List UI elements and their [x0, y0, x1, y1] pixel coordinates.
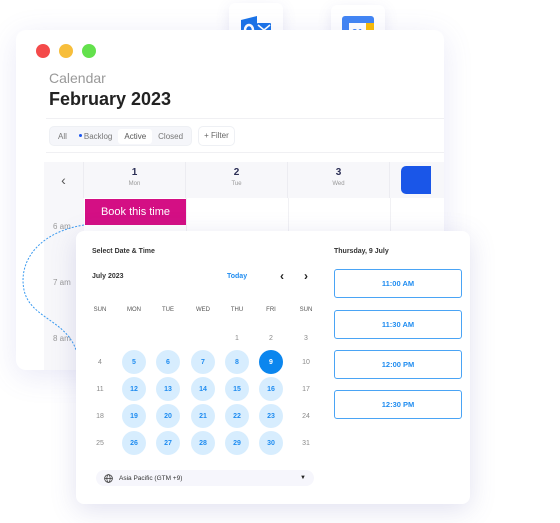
available-date[interactable]: 19	[122, 404, 146, 428]
filter-all[interactable]: All	[52, 129, 73, 144]
available-date[interactable]: 12	[122, 377, 146, 401]
weekday-label: TUE	[162, 307, 174, 313]
selected-date-label: Thursday, 9 July	[334, 248, 389, 255]
filter-backlog-label: Backlog	[83, 131, 113, 141]
available-date[interactable]: 22	[225, 404, 249, 428]
weekday-label: WED	[196, 307, 210, 313]
available-date[interactable]: 5	[122, 350, 146, 374]
divider	[46, 152, 444, 153]
week-header: ‹ 1 Mon 2 Tue 3 Wed	[44, 162, 444, 198]
time-slot-button[interactable]: 12:30 PM	[334, 390, 462, 419]
time-slot-button[interactable]: 11:30 AM	[334, 310, 462, 339]
close-window-button[interactable]	[36, 44, 50, 58]
date-cell: 2	[269, 334, 273, 342]
window-controls	[36, 44, 96, 58]
available-date[interactable]: 27	[156, 431, 180, 455]
available-date[interactable]: 29	[225, 431, 249, 455]
date-cell: 24	[302, 412, 310, 420]
filter-bar: All Backlog Active Closed + Filter	[49, 126, 235, 146]
status-filter-group: All Backlog Active Closed	[49, 126, 193, 146]
date-cell: 10	[302, 358, 310, 366]
date-cell: 25	[96, 439, 104, 447]
available-date[interactable]: 23	[259, 404, 283, 428]
available-date[interactable]: 28	[191, 431, 215, 455]
time-label: 8 am	[53, 334, 71, 343]
available-date[interactable]: 14	[191, 377, 215, 401]
available-date[interactable]: 20	[156, 404, 180, 428]
available-date[interactable]: 21	[191, 404, 215, 428]
day-number: 3	[335, 167, 342, 178]
weekday-label: MON	[127, 307, 141, 313]
available-date[interactable]: 15	[225, 377, 249, 401]
day-column-header[interactable]: 2 Tue	[186, 162, 288, 198]
day-column-header[interactable]: 3 Wed	[288, 162, 390, 198]
chevron-left-icon: ‹	[61, 172, 66, 188]
date-cell: 11	[96, 385, 104, 393]
filter-active[interactable]: Active	[118, 128, 153, 144]
day-name: Mon	[128, 181, 141, 187]
time-label: 6 am	[53, 222, 71, 231]
timezone-select[interactable]: Asia Pacific (GTM +9) ▼	[96, 470, 314, 486]
next-month-button[interactable]: ›	[304, 269, 308, 283]
available-date[interactable]: 16	[259, 377, 283, 401]
app-label: Calendar	[49, 70, 106, 86]
globe-icon	[104, 473, 113, 483]
weekday-label: THU	[230, 307, 244, 313]
selected-date[interactable]: 9	[259, 350, 283, 374]
minimize-window-button[interactable]	[59, 44, 73, 58]
day-name: Wed	[332, 181, 345, 187]
timezone-value: Asia Pacific (GTM +9)	[119, 474, 183, 482]
date-cell: 4	[98, 358, 102, 366]
weekday-label: SUN	[299, 307, 313, 313]
book-this-time-button[interactable]: Book this time	[85, 199, 186, 225]
page-title: February 2023	[49, 89, 172, 109]
booking-month: July 2023	[92, 273, 124, 280]
add-filter-button[interactable]: + Filter	[198, 126, 235, 146]
weekday-label: FRI	[266, 307, 276, 313]
today-button[interactable]: Today	[227, 273, 247, 280]
booking-title: Select Date & Time	[92, 248, 155, 255]
next-week-button[interactable]	[401, 166, 431, 194]
date-cell: 31	[302, 439, 310, 447]
caret-down-icon: ▼	[300, 475, 306, 481]
filter-backlog[interactable]: Backlog	[73, 129, 118, 144]
filter-closed[interactable]: Closed	[152, 129, 189, 144]
weekday-label: SUN	[93, 307, 107, 313]
available-date[interactable]: 8	[225, 350, 249, 374]
date-cell: 18	[96, 412, 104, 420]
date-cell: 3	[304, 334, 308, 342]
day-column-header[interactable]: 1 Mon	[84, 162, 186, 198]
time-slot-button[interactable]: 11:00 AM	[334, 269, 462, 298]
available-date[interactable]: 26	[122, 431, 146, 455]
date-cell: 1	[235, 334, 239, 342]
day-number: 2	[233, 167, 240, 178]
previous-week-button[interactable]: ‹	[44, 162, 84, 198]
maximize-window-button[interactable]	[82, 44, 96, 58]
backlog-dot-icon	[78, 133, 82, 137]
date-cell: 17	[302, 385, 310, 393]
previous-month-button[interactable]: ‹	[280, 269, 284, 283]
available-date[interactable]: 6	[156, 350, 180, 374]
available-date[interactable]: 30	[259, 431, 283, 455]
available-date[interactable]: 7	[191, 350, 215, 374]
time-label: 7 am	[53, 278, 71, 287]
divider	[46, 118, 444, 119]
day-number: 1	[131, 167, 138, 178]
day-name: Tue	[231, 181, 242, 187]
booking-widget: Select Date & Time July 2023 Today ‹ › S…	[76, 231, 470, 504]
available-date[interactable]: 13	[156, 377, 180, 401]
time-slot-button[interactable]: 12:00 PM	[334, 350, 462, 379]
